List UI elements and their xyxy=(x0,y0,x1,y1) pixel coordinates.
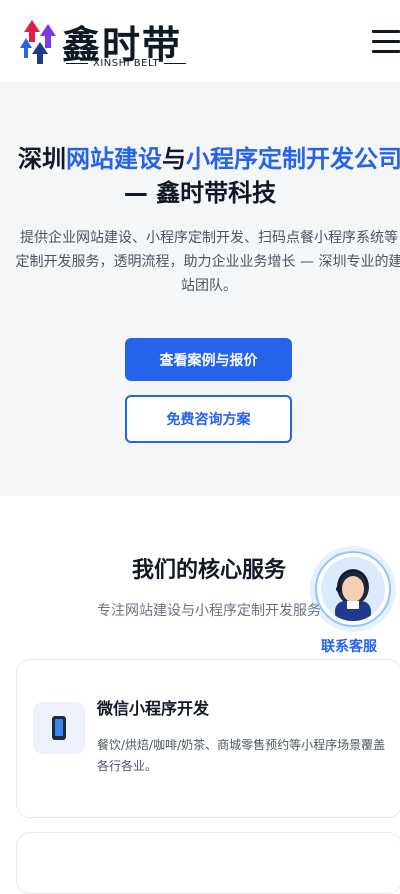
logo-rule-right xyxy=(164,63,187,64)
customer-service-label: 联系客服 xyxy=(321,639,377,655)
hero-title-line2: — 鑫时带科技 xyxy=(123,179,277,207)
hero-title-highlight2: 小程序定制开发公司 xyxy=(186,145,400,173)
logo-arrows-icon xyxy=(20,20,56,64)
service-card-miniprogram[interactable]: 微信小程序开发 餐饮/烘焙/咖啡/奶茶、商城零售预约等小程序场景覆盖各行各业。 xyxy=(16,659,400,818)
hero-description: 提供企业网站建设、小程序定制开发、扫码点餐小程序系统等定制开发服务，透明流程，助… xyxy=(15,230,400,294)
service-card-next[interactable] xyxy=(16,832,400,894)
hero-section: 深圳网站建设与小程序定制开发公司 — 鑫时带科技 提供企业网站建设、小程序定制开… xyxy=(0,82,400,496)
mobile-phone-icon xyxy=(33,702,85,754)
hero-title-part1: 深圳 xyxy=(18,145,66,173)
logo-rule-left xyxy=(66,63,88,64)
site-header: 鑫时带 XINSHI BELT xyxy=(0,0,400,82)
view-cases-button[interactable]: 查看案例与报价 xyxy=(125,338,292,381)
logo-subtext-label: XINSHI BELT xyxy=(93,58,160,69)
hero-title-highlight1: 网站建设 xyxy=(66,145,162,173)
service-card-title: 微信小程序开发 xyxy=(97,699,210,718)
hamburger-menu-icon[interactable] xyxy=(368,26,400,58)
brand-logo[interactable]: 鑫时带 XINSHI BELT xyxy=(18,10,198,70)
hero-title-part2: 与 xyxy=(162,145,186,173)
free-consult-button[interactable]: 免费咨询方案 xyxy=(125,395,292,443)
customer-service-button[interactable]: 联系客服 xyxy=(310,546,400,661)
customer-service-avatar-icon xyxy=(321,557,385,621)
service-card-description: 餐饮/烘焙/咖啡/奶茶、商城零售预约等小程序场景覆盖各行各业。 xyxy=(97,738,386,773)
hero-title: 深圳网站建设与小程序定制开发公司 xyxy=(0,144,400,174)
logo-subtext: XINSHI BELT xyxy=(66,58,187,69)
